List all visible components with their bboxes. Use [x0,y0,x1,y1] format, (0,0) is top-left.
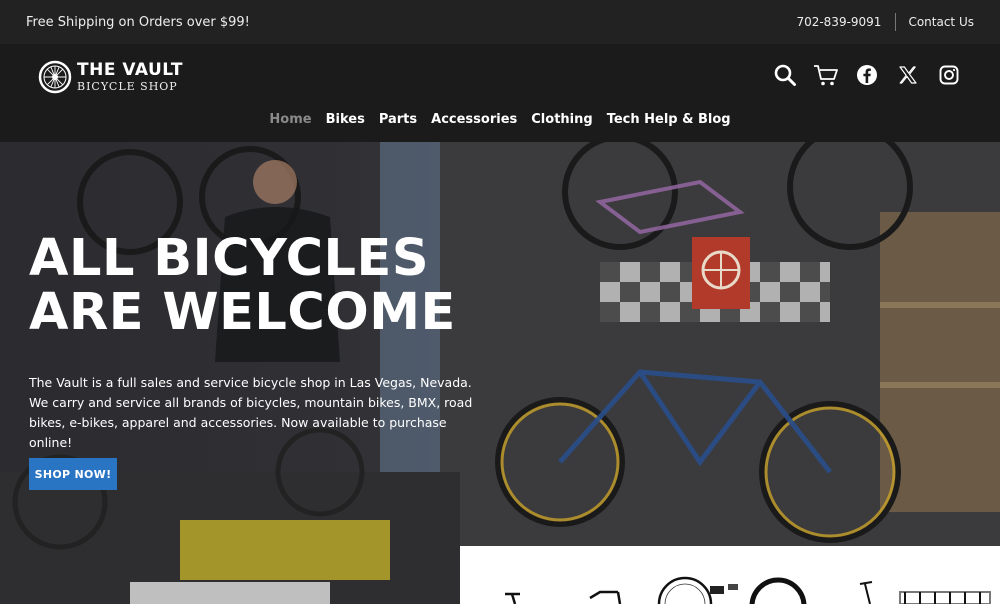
road-bike-image [505,590,622,604]
product-category-strip [460,546,1000,604]
contact-us-link[interactable]: Contact Us [896,15,974,29]
nav-item-accessories[interactable]: Accessories [431,112,517,127]
topbar-links: 702-839-9091 Contact Us [796,13,974,31]
logo-wordmark: THE VAULT BICYCLE SHOP [77,60,183,93]
wheel-logo-icon [38,60,72,94]
nav-item-parts[interactable]: Parts [379,112,417,127]
nav-item-bikes[interactable]: Bikes [326,112,365,127]
phone-number[interactable]: 702-839-9091 [796,15,895,29]
logo-subtitle: BICYCLE SHOP [77,80,178,93]
main-navigation: Home Bikes Parts Accessories Clothing Te… [0,112,1000,127]
accessories-image [859,581,991,604]
logo-title: THE VAULT [77,60,183,80]
shop-now-button[interactable]: SHOP NOW! [29,458,117,490]
product-images [505,576,991,604]
header-icons [757,62,962,88]
facebook-icon[interactable] [854,62,880,88]
site-logo[interactable]: THE VAULT BICYCLE SHOP [38,60,183,94]
announcement-bar: Free Shipping on Orders over $99! 702-83… [0,0,1000,44]
hero-heading-line-2: ARE WELCOME [29,283,456,342]
hero-banner: ALL BICYCLES ARE WELCOME The Vault is a … [0,142,1000,604]
hero-description: The Vault is a full sales and service bi… [29,375,473,450]
hero-heading-line-1: ALL BICYCLES [29,229,430,288]
nav-item-tech-help-blog[interactable]: Tech Help & Blog [607,112,731,127]
nav-item-home[interactable]: Home [269,112,311,127]
free-shipping-text: Free Shipping on Orders over $99! [26,14,250,30]
search-icon[interactable] [772,62,798,88]
bike-parts-image [657,576,807,604]
x-twitter-icon[interactable] [895,62,921,88]
nav-item-clothing[interactable]: Clothing [531,112,592,127]
site-header: THE VAULT BICYCLE SHOP Home Bikes Parts … [0,44,1000,142]
hero-heading: ALL BICYCLES ARE WELCOME [29,232,509,340]
instagram-icon[interactable] [936,62,962,88]
cart-icon[interactable] [813,62,839,88]
